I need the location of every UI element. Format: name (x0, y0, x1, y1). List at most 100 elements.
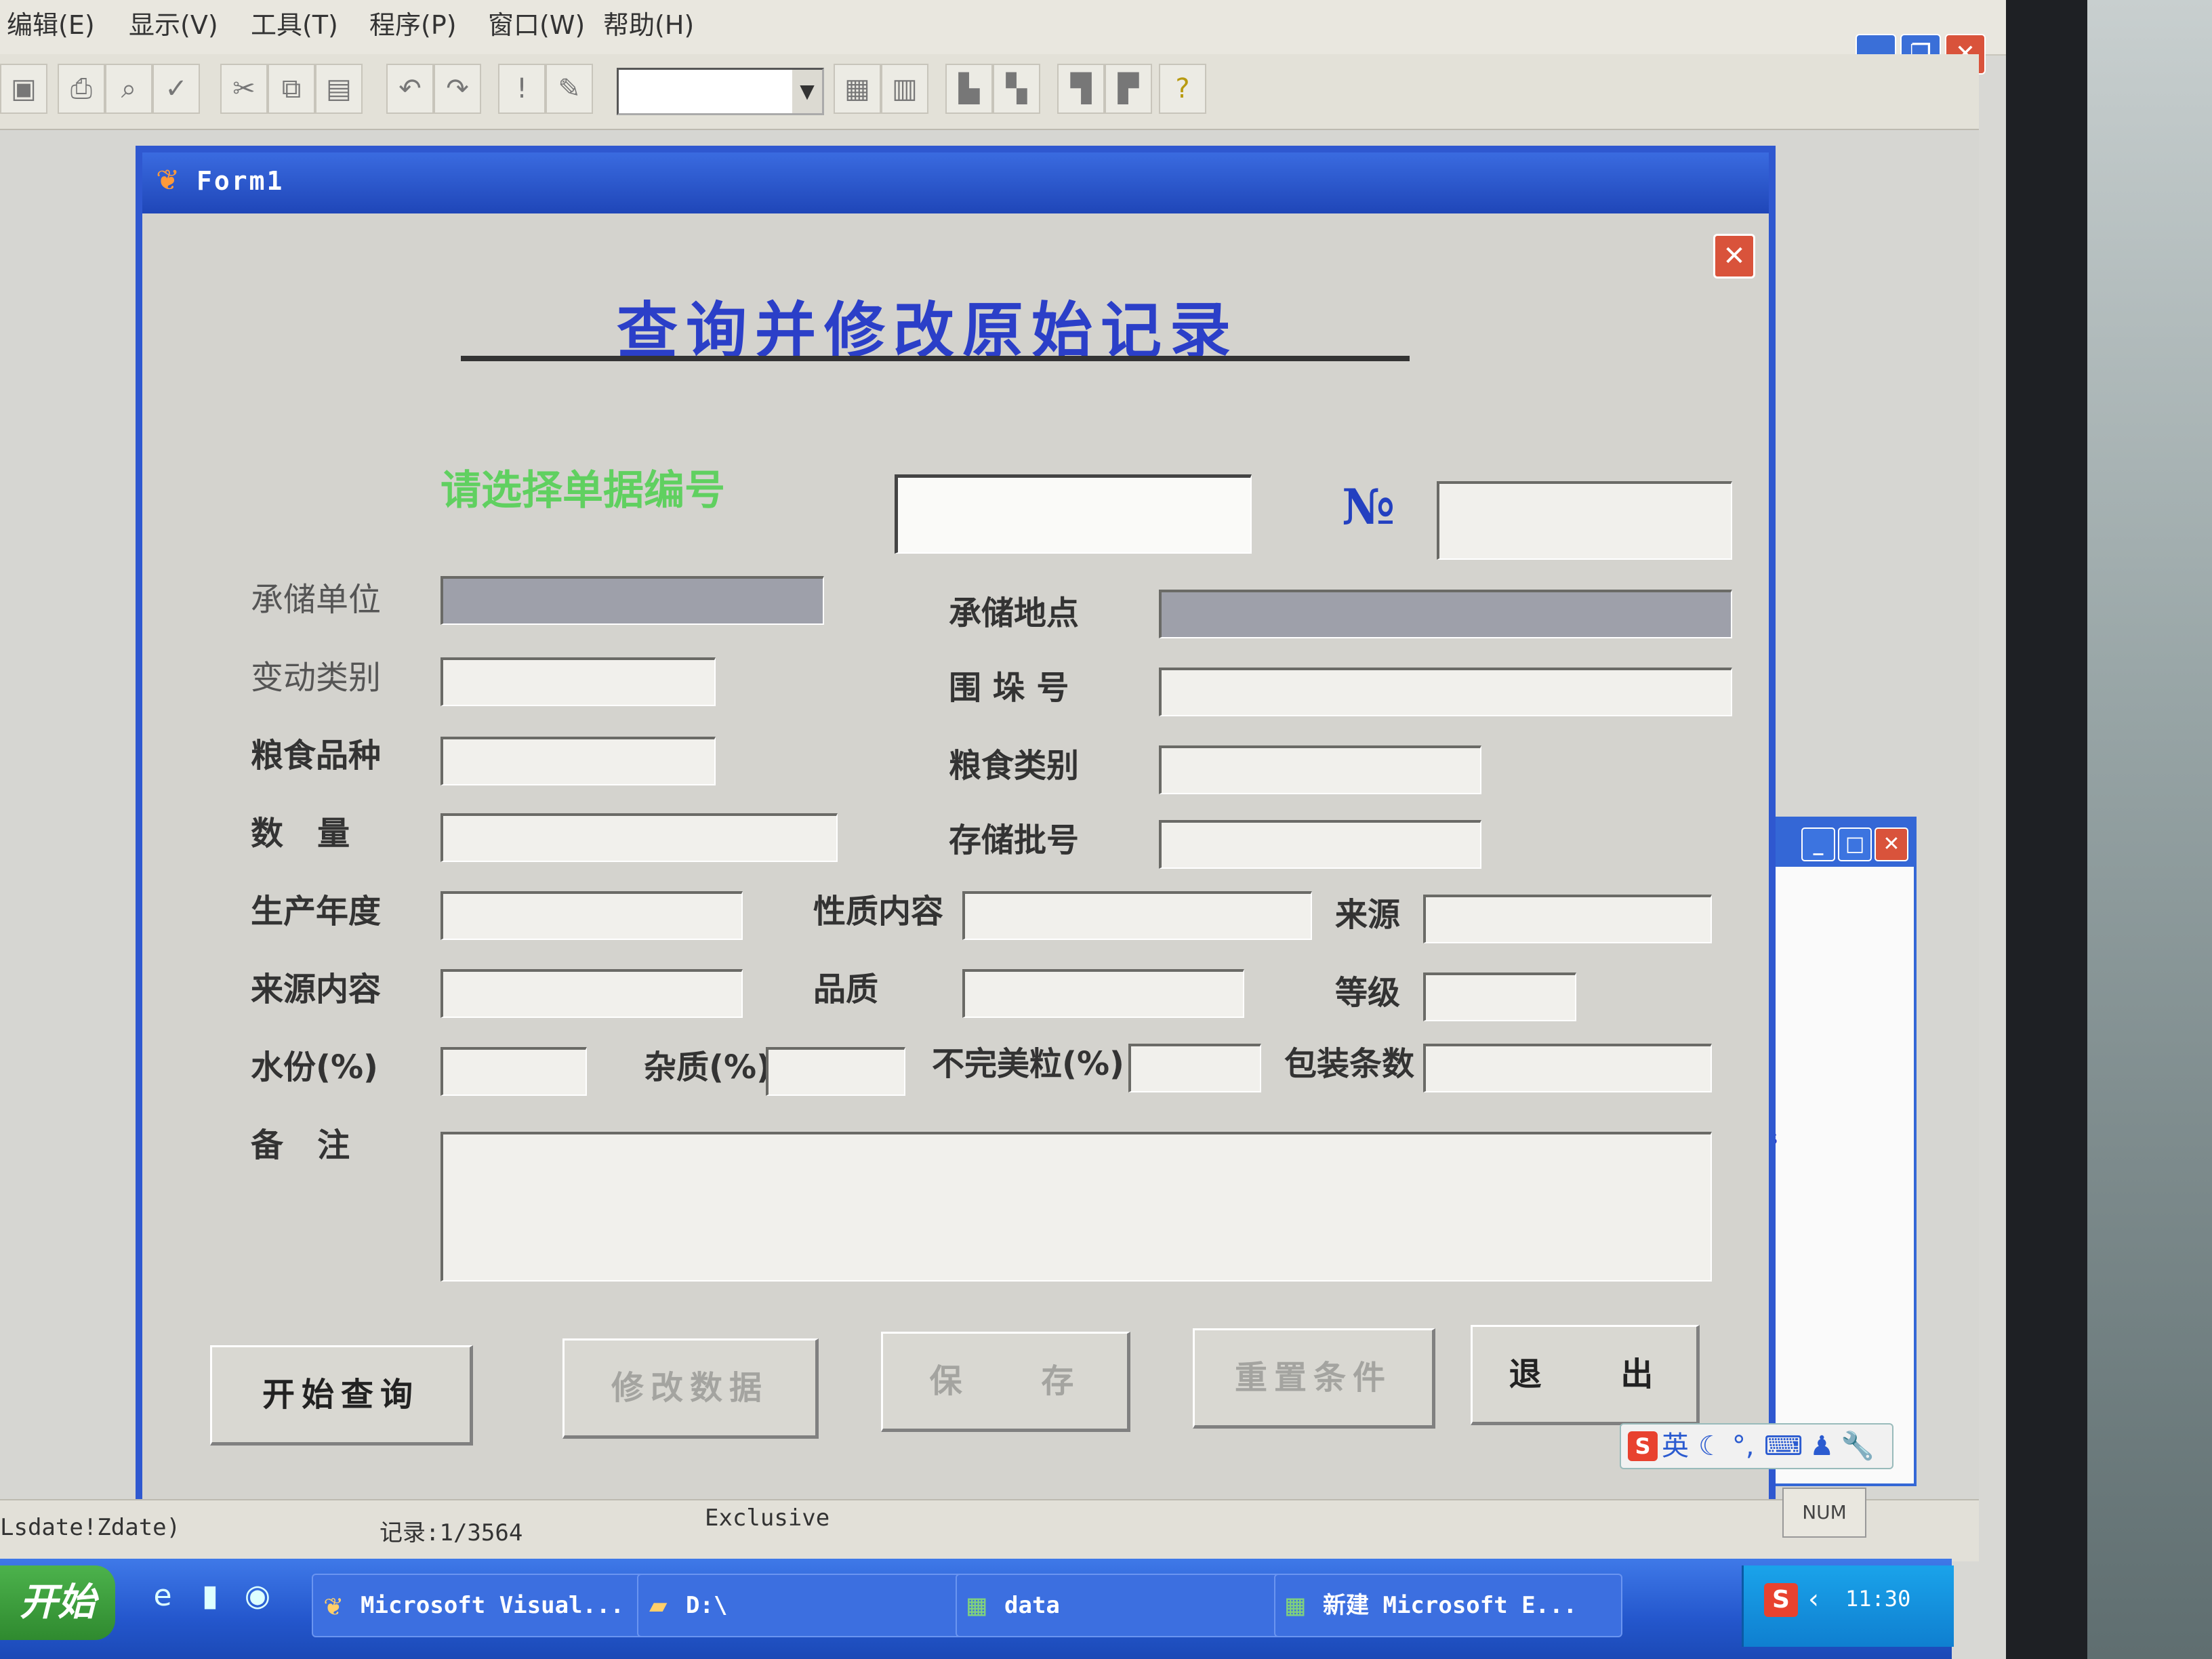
enclosure-no-field[interactable] (1159, 668, 1732, 716)
chevron-left-icon[interactable]: ‹ (1808, 1580, 1842, 1618)
fox-icon: ❦ (324, 1588, 342, 1622)
wrench-icon[interactable]: 🔧 (1841, 1431, 1875, 1462)
preview-icon[interactable]: ⌕ (105, 64, 152, 114)
grade-field[interactable] (1423, 972, 1576, 1021)
nature-content-field[interactable] (962, 891, 1312, 940)
help-icon[interactable]: ? (1159, 64, 1206, 114)
source-label: 来源 (1335, 896, 1401, 934)
form-titlebar[interactable]: ❦ Form1 (142, 152, 1769, 213)
media-icon[interactable]: ◉ (241, 1579, 274, 1613)
sogou-icon[interactable]: S (1628, 1431, 1658, 1461)
source-content-field[interactable] (441, 969, 743, 1018)
status-record: 记录:1/3564 (380, 1519, 523, 1547)
cut-icon[interactable]: ✂ (220, 64, 268, 114)
production-year-label: 生产年度 (251, 893, 382, 930)
spreadsheet-icon: ▦ (1286, 1588, 1305, 1622)
moisture-field[interactable] (441, 1047, 587, 1096)
command-icon[interactable]: ▜ (1057, 64, 1105, 114)
maximize-icon[interactable]: □ (1838, 827, 1872, 861)
task-visual-foxpro[interactable]: ❦ Microsoft Visual... (312, 1574, 660, 1637)
task-label: D:\ (686, 1592, 728, 1619)
sogou-icon[interactable]: S (1764, 1583, 1798, 1617)
source-field[interactable] (1423, 895, 1712, 943)
run-icon[interactable]: ! (498, 64, 546, 114)
form-title: Form1 (197, 166, 285, 196)
menu-program[interactable]: 程序(P) (369, 4, 457, 41)
storage-location-field (1159, 590, 1732, 638)
title-underline (461, 356, 1410, 361)
close-icon[interactable]: ✕ (1713, 234, 1755, 279)
remarks-textarea[interactable] (441, 1132, 1712, 1282)
change-type-field[interactable] (441, 657, 716, 706)
moon-icon[interactable]: ☾ (1698, 1431, 1723, 1462)
copy-icon[interactable]: ⧉ (268, 64, 315, 114)
quantity-label: 数 量 (251, 815, 350, 853)
task-label: Microsoft Visual... (361, 1592, 624, 1619)
table-icon[interactable]: ▚ (993, 64, 1040, 114)
close-icon[interactable]: ✕ (1875, 827, 1908, 861)
desktop-icon[interactable]: ▮ (193, 1579, 227, 1613)
task-data[interactable]: ▦ data (956, 1574, 1304, 1637)
monitor-bezel (2006, 0, 2087, 1659)
ime-mode-label[interactable]: 英 (1662, 1431, 1689, 1462)
imperfect-grain-field[interactable] (1128, 1044, 1261, 1092)
start-button[interactable]: 开始 (0, 1565, 115, 1640)
menu-view[interactable]: 显示(V) (129, 4, 218, 41)
menu-bar: 编辑(E) 显示(V) 工具(T) 程序(P) 窗口(W) 帮助(H) (0, 0, 2006, 56)
package-count-field[interactable] (1423, 1044, 1712, 1092)
remarks-label: 备 注 (251, 1126, 350, 1164)
clock[interactable]: 11:30 (1845, 1586, 1910, 1612)
database-icon[interactable]: ▙ (945, 64, 993, 114)
source-content-label: 来源内容 (251, 970, 382, 1008)
ime-toolbar[interactable]: S 英 ☾ °, ⌨ ♟ 🔧 (1620, 1423, 1893, 1469)
chevron-down-icon[interactable]: ▼ (792, 70, 822, 113)
menu-help[interactable]: 帮助(H) (603, 4, 694, 41)
package-count-label: 包装条数 (1284, 1045, 1415, 1083)
quality-field[interactable] (962, 969, 1244, 1018)
quality-label: 品质 (813, 970, 879, 1008)
user-icon[interactable]: ♟ (1809, 1431, 1834, 1462)
grain-variety-field[interactable] (441, 737, 716, 785)
spellcheck-icon[interactable]: ✓ (152, 64, 200, 114)
properties-icon[interactable]: ▛ (1105, 64, 1152, 114)
minimize-icon[interactable]: _ (1801, 827, 1835, 861)
exit-button[interactable]: 退 出 (1471, 1325, 1700, 1425)
save-icon[interactable]: ▣ (0, 64, 47, 114)
print-icon[interactable]: ⎙ (58, 64, 105, 114)
grain-category-field[interactable] (1159, 745, 1481, 794)
no-label: № (1342, 478, 1395, 535)
modify-icon[interactable]: ✎ (546, 64, 593, 114)
spreadsheet-icon: ▦ (968, 1588, 986, 1622)
impurity-field[interactable] (766, 1047, 905, 1096)
no-field[interactable] (1437, 481, 1732, 560)
change-type-label: 变动类别 (251, 659, 382, 697)
toolbar: ▣ ⎙ ⌕ ✓ ✂ ⧉ ▤ ↶ ↷ ! ✎ ▼ ▦ ▥ ▙ ▚ ▜ ▛ ? (0, 54, 1979, 130)
save-button[interactable]: 保 存 (881, 1332, 1130, 1432)
production-year-field[interactable] (441, 891, 743, 940)
storage-batch-field[interactable] (1159, 820, 1481, 869)
menu-window[interactable]: 窗口(W) (488, 4, 585, 41)
ie-icon[interactable]: e (146, 1579, 180, 1613)
form-icon[interactable]: ▦ (834, 64, 881, 114)
reset-conditions-button[interactable]: 重置条件 (1193, 1328, 1435, 1429)
menu-edit[interactable]: 编辑(E) (7, 4, 95, 41)
toolbar-combo[interactable]: ▼ (617, 68, 824, 115)
task-new-excel[interactable]: ▦ 新建 Microsoft E... (1274, 1574, 1622, 1637)
menu-tools[interactable]: 工具(T) (251, 4, 338, 41)
paste-icon[interactable]: ▤ (315, 64, 363, 114)
keyboard-icon[interactable]: ⌨ (1764, 1431, 1803, 1462)
taskbar: 开始 e ▮ ◉ ❦ Microsoft Visual... ▰ D:\ ▦ data… (0, 1559, 1954, 1659)
modify-data-button[interactable]: 修改数据 (562, 1338, 819, 1439)
impurity-label: 杂质(%) (644, 1048, 771, 1086)
system-tray: S ‹ 11:30 (1742, 1565, 1954, 1647)
start-query-button[interactable]: 开始查询 (210, 1345, 473, 1446)
imperfect-grain-label: 不完美粒(%) (932, 1045, 1124, 1083)
bill-number-input[interactable] (895, 474, 1252, 554)
quantity-field[interactable] (441, 813, 838, 862)
grade-label: 等级 (1335, 974, 1401, 1012)
report-icon[interactable]: ▥ (881, 64, 928, 114)
redo-icon[interactable]: ↷ (434, 64, 481, 114)
undo-icon[interactable]: ↶ (386, 64, 434, 114)
punctuation-icon[interactable]: °, (1732, 1431, 1755, 1462)
task-drive-d[interactable]: ▰ D:\ (637, 1574, 985, 1637)
